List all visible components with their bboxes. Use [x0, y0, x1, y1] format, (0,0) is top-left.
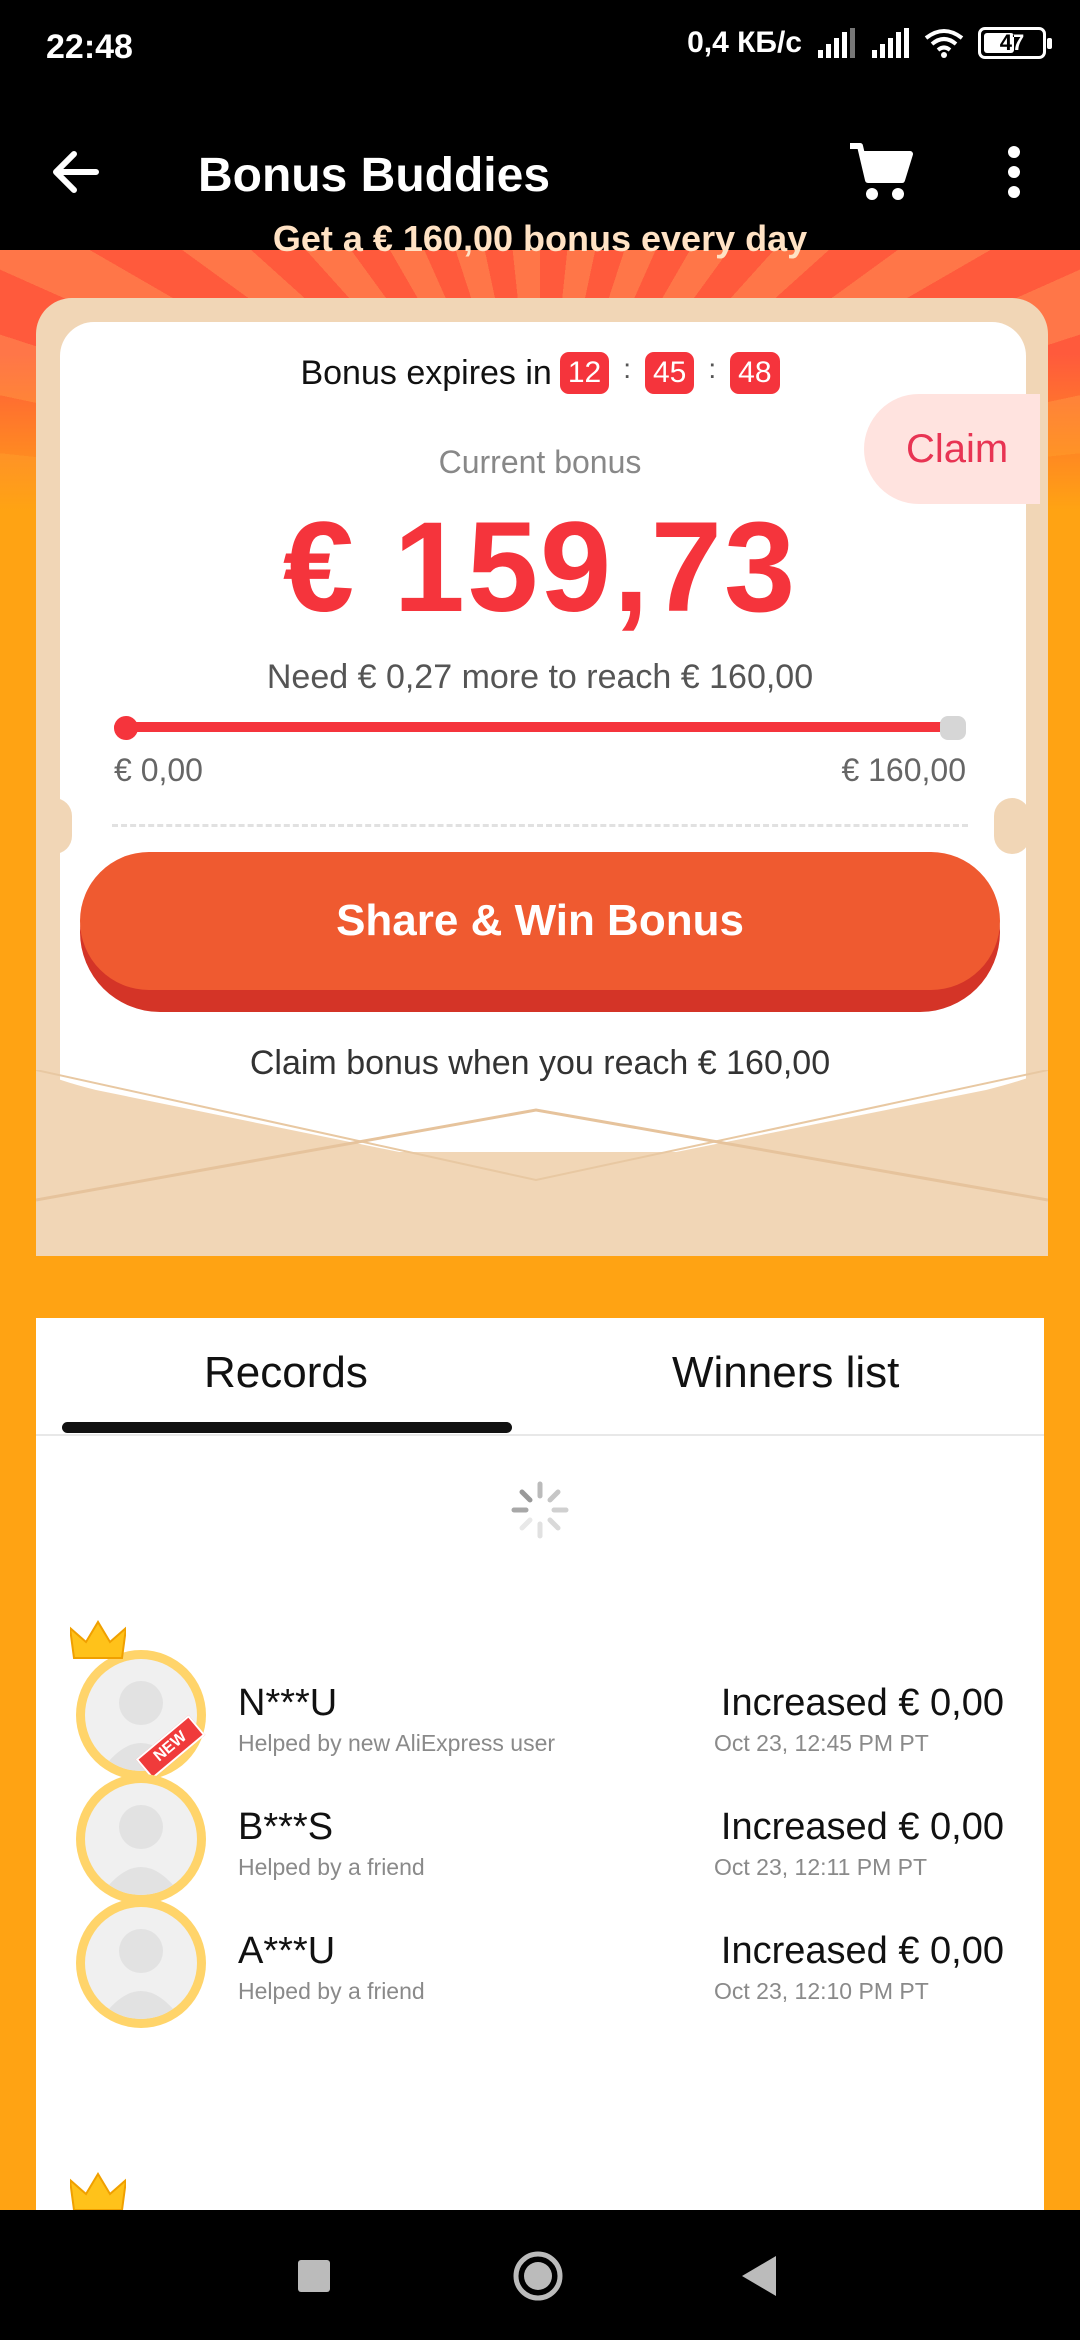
user-placeholder-icon	[101, 1805, 181, 1895]
tab-winners-list[interactable]: Winners list	[672, 1348, 899, 1398]
share-button-face: Share & Win Bonus	[80, 852, 1000, 990]
progress-start-marker	[114, 716, 138, 740]
ticket-notch-right	[994, 798, 1030, 854]
timer-seconds: 48	[730, 352, 780, 394]
tab-bar: Records Winners list	[36, 1318, 1044, 1436]
back-nav-icon[interactable]	[742, 2256, 776, 2296]
network-speed: 0,4 КБ/с	[687, 26, 802, 59]
record-row: A***U Helped by a friend Increased € 0,0…	[36, 1888, 1044, 2038]
status-icons: 0,4 КБ/с 47	[687, 26, 1052, 60]
current-bonus-label: Current bonus	[438, 444, 642, 480]
records-panel: Records Winners list NEW N***U Helped by…	[36, 1318, 1044, 2340]
more-vertical-icon[interactable]	[996, 142, 1032, 202]
user-placeholder-icon	[101, 1929, 181, 2019]
crown-icon	[70, 1620, 126, 1659]
envelope-flap	[36, 1070, 1048, 1256]
bonus-remaining-text: Need € 0,27 more to reach € 160,00	[266, 658, 814, 696]
progress-end-marker	[940, 716, 966, 740]
signal-icon-2	[872, 28, 909, 58]
loading-spinner-icon	[511, 1481, 569, 1539]
record-amount: Increased € 0,00	[720, 1806, 1004, 1848]
record-name: A***U	[238, 1930, 336, 1972]
status-bar: 22:48 0,4 КБ/с 47	[0, 0, 1080, 96]
avatar	[76, 1774, 206, 1904]
expires-label: Bonus expires in	[300, 353, 552, 392]
timer-separator: :	[623, 353, 631, 384]
record-subtitle: Helped by new AliExpress user	[238, 1730, 556, 1756]
avatar: NEW	[70, 1620, 206, 1780]
progress-max-label: € 160,00	[841, 752, 966, 788]
tab-records[interactable]: Records	[204, 1348, 368, 1398]
claim-hint: Claim bonus when you reach € 160,00	[249, 1044, 831, 1082]
record-date: Oct 23, 12:11 PM PT	[714, 1854, 928, 1880]
dashed-divider	[112, 824, 968, 827]
wifi-icon	[924, 29, 964, 58]
ticket-notch-left	[36, 798, 72, 854]
progress-fill	[114, 722, 965, 732]
timer-separator: :	[708, 353, 717, 384]
record-subtitle: Helped by a friend	[238, 1978, 425, 2004]
record-amount: Increased € 0,00	[720, 1682, 1004, 1724]
timer-minutes: 45	[645, 352, 695, 394]
current-bonus-amount: € 159,73	[282, 496, 798, 639]
record-amount: Increased € 0,00	[720, 1930, 1004, 1972]
shopping-cart-icon[interactable]	[848, 140, 914, 202]
bonus-expiry: Bonus expires in 12 : 45 : 48	[0, 352, 1080, 394]
status-time: 22:48	[46, 28, 133, 66]
record-name: B***S	[238, 1806, 334, 1848]
bonus-progress-bar	[114, 716, 966, 740]
active-tab-indicator	[62, 1422, 512, 1433]
system-navigation-bar	[0, 2210, 1080, 2340]
banner-text: Get a € 160,00 bonus every day	[272, 218, 808, 259]
avatar	[76, 1898, 206, 2028]
signal-icon	[818, 28, 855, 58]
battery-level: 47	[999, 30, 1025, 55]
record-date: Oct 23, 12:10 PM PT	[714, 1978, 929, 2004]
share-button-label: Share & Win Bonus	[336, 896, 744, 945]
record-date: Oct 23, 12:45 PM PT	[714, 1730, 929, 1756]
record-subtitle: Helped by a friend	[238, 1854, 425, 1880]
timer-hours: 12	[559, 352, 610, 394]
recents-icon[interactable]	[298, 2260, 330, 2292]
battery-icon: 47	[978, 27, 1052, 59]
record-name: N***U	[238, 1682, 338, 1724]
arrow-left-icon[interactable]	[46, 142, 106, 202]
share-win-bonus-button[interactable]: Share & Win Bonus	[80, 852, 1000, 1012]
home-icon[interactable]	[512, 2250, 564, 2302]
page-title: Bonus Buddies	[198, 149, 551, 202]
progress-min-label: € 0,00	[114, 752, 203, 788]
